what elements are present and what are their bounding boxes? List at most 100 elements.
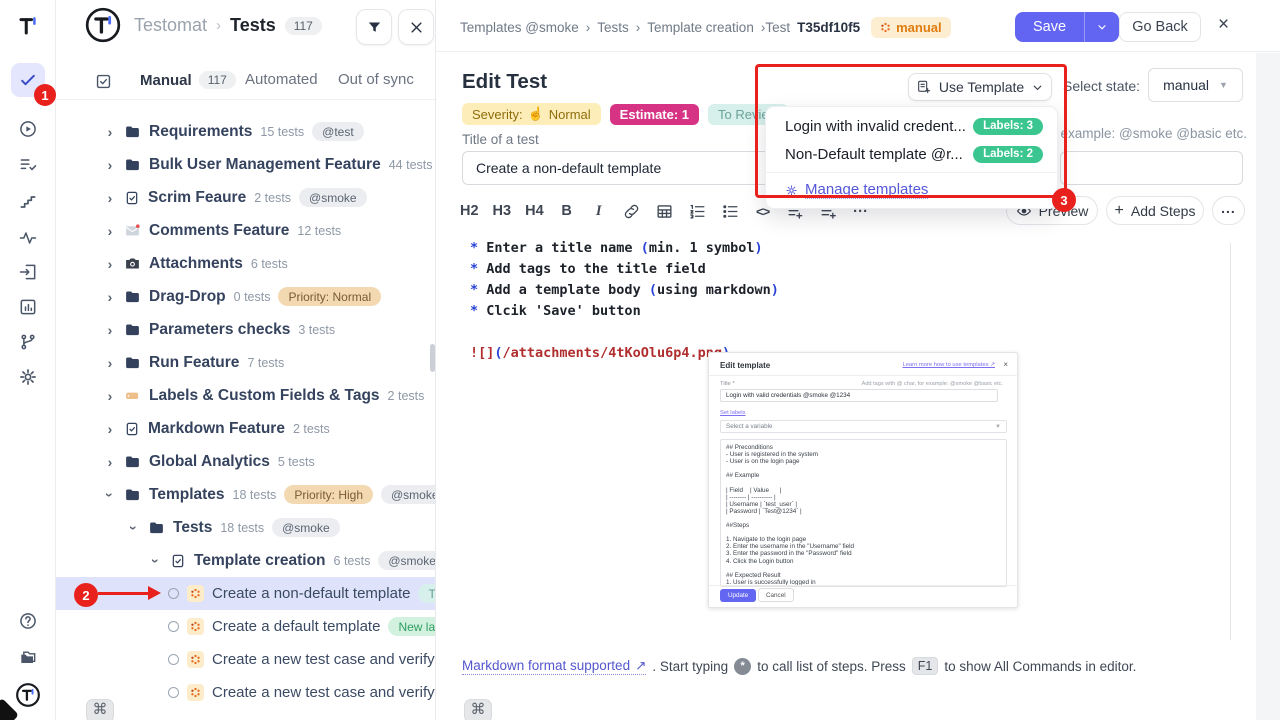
tree-item-badge: Priority: High xyxy=(284,485,373,504)
shot-cancel-button: Cancel xyxy=(758,588,794,602)
rail-runs-play-icon[interactable] xyxy=(11,112,45,146)
editor-line: * Add tags to the title field xyxy=(470,259,779,280)
rail-steps-stairs-icon[interactable] xyxy=(11,185,45,219)
tab-out-of-sync[interactable]: Out of sync xyxy=(338,71,414,88)
tree-suite-item[interactable]: ›Templates18 testsPriority: High@smoke xyxy=(56,478,436,511)
save-button[interactable]: Save xyxy=(1015,12,1085,42)
shot-update-button: Update xyxy=(720,589,756,602)
close-panel-button[interactable] xyxy=(398,9,434,45)
add-steps-button[interactable]: + Add Steps xyxy=(1106,196,1204,225)
rail-import-signin-icon[interactable] xyxy=(11,255,45,289)
rail-docs-folders-icon[interactable] xyxy=(11,641,45,675)
chevron-closed-icon[interactable]: › xyxy=(104,322,116,338)
toolbar-bullet-list-icon[interactable] xyxy=(721,202,740,221)
folder-icon xyxy=(124,288,141,305)
tree-item-label: Templates xyxy=(149,486,225,504)
chevron-closed-icon[interactable]: › xyxy=(104,421,116,437)
tab-manual[interactable]: Manual117 xyxy=(140,71,236,89)
chevron-closed-icon[interactable]: › xyxy=(104,124,116,140)
project-name[interactable]: Testomat xyxy=(134,15,207,36)
template-option[interactable]: Non-Default template @r...Labels: 2 xyxy=(766,140,1057,168)
command-key-shortcut[interactable]: ⌘ xyxy=(464,699,492,720)
markdown-editor[interactable]: * Enter a title name (min. 1 symbol)* Ad… xyxy=(470,238,779,364)
chevron-closed-icon[interactable]: › xyxy=(104,190,116,206)
chevron-closed-icon[interactable]: › xyxy=(104,157,116,173)
tab-automated[interactable]: Automated xyxy=(245,71,318,88)
toolbar-ordered-list-icon[interactable] xyxy=(688,202,707,221)
chevron-open-icon[interactable]: › xyxy=(102,489,118,501)
rail-plans-list-check-icon[interactable] xyxy=(11,148,45,182)
doc-icon xyxy=(170,553,186,569)
chevron-closed-icon[interactable]: › xyxy=(104,289,116,305)
tags-input[interactable] xyxy=(1060,151,1243,185)
caret-down-icon: ▼ xyxy=(1219,80,1228,90)
tree-suite-item[interactable]: ›Scrim Feaure2 tests@smoke xyxy=(56,181,436,214)
editor-more-button[interactable]: ... xyxy=(1212,196,1245,225)
tree-test-item[interactable]: Create a default templateNew labe xyxy=(56,610,436,643)
project-logo-icon[interactable] xyxy=(84,6,122,44)
rail-help-question-icon[interactable] xyxy=(11,604,45,638)
shot-title-input: Login with valid credentials @smoke @123… xyxy=(720,389,998,402)
tree-suite-item[interactable]: ›Attachments6 tests xyxy=(56,247,436,280)
toolbar-italic-button[interactable]: I xyxy=(590,203,608,220)
test-status-circle-icon[interactable] xyxy=(168,654,179,665)
tree-suite-item[interactable]: ›Drag-Drop0 testsPriority: Normal xyxy=(56,280,436,313)
test-status-circle-icon[interactable] xyxy=(168,687,179,698)
close-editor-button[interactable]: × xyxy=(1218,14,1229,36)
chevron-closed-icon[interactable]: › xyxy=(104,388,116,404)
tree-suite-item[interactable]: ›Bulk User Management Feature44 tests xyxy=(56,148,436,181)
test-status-circle-icon[interactable] xyxy=(168,588,179,599)
dropdown-divider xyxy=(766,172,1057,173)
toolbar-H2-button[interactable]: H2 xyxy=(460,203,479,219)
rail-git-branch-icon[interactable] xyxy=(11,325,45,359)
tree-item-count: 0 tests xyxy=(234,290,271,304)
tree-suite-item[interactable]: ›Parameters checks3 tests xyxy=(56,313,436,346)
chevron-open-icon[interactable]: › xyxy=(148,555,164,567)
tree-suite-item[interactable]: ›Tests18 tests@smoke xyxy=(56,511,436,544)
tree-suite-item[interactable]: ›Labels & Custom Fields & Tags2 tests xyxy=(56,379,436,412)
tree-suite-item[interactable]: ›Run Feature7 tests xyxy=(56,346,436,379)
attachment-image: Edit template Learn more how to use temp… xyxy=(708,352,1018,608)
chevron-closed-icon[interactable]: › xyxy=(104,454,116,470)
labels-count-badge: Labels: 2 xyxy=(973,146,1043,163)
manage-templates-link[interactable]: Manage templates xyxy=(766,177,1057,203)
toolbar-table-icon[interactable] xyxy=(655,202,674,221)
template-option[interactable]: Login with invalid credent...Labels: 3 xyxy=(766,112,1057,140)
toolbar-H3-button[interactable]: H3 xyxy=(493,203,512,219)
tree-item-badge: @smoke xyxy=(299,188,367,207)
chevron-closed-icon[interactable]: › xyxy=(104,355,116,371)
tree-item-count: 5 tests xyxy=(278,455,315,469)
tree-suite-item[interactable]: ›Comments Feature12 tests xyxy=(56,214,436,247)
chevron-closed-icon[interactable]: › xyxy=(104,256,116,272)
state-select[interactable]: manual▼ xyxy=(1148,68,1243,102)
use-template-button[interactable]: Use Template xyxy=(908,73,1052,101)
tree-test-item[interactable]: Create a new test case and verify xyxy=(56,643,436,676)
test-runs-icon[interactable] xyxy=(94,72,113,91)
ellipsis-icon: ... xyxy=(1221,200,1236,216)
save-options-caret[interactable] xyxy=(1085,12,1119,42)
go-back-button[interactable]: Go Back xyxy=(1119,12,1201,42)
chevron-open-icon[interactable]: › xyxy=(126,522,142,534)
tree-item-label: Markdown Feature xyxy=(148,420,285,438)
command-key-shortcut[interactable]: ⌘ xyxy=(86,699,114,720)
toolbar-link-icon[interactable] xyxy=(622,202,641,221)
test-id: T35df10f5 xyxy=(797,20,860,35)
rail-settings-gear-icon[interactable] xyxy=(11,360,45,394)
chevron-closed-icon[interactable]: › xyxy=(104,223,116,239)
tree-suite-item[interactable]: ›Requirements15 tests@test xyxy=(56,115,436,148)
markdown-docs-link[interactable]: Markdown format supported↗ xyxy=(462,658,646,675)
tree-scrollbar[interactable] xyxy=(430,344,435,372)
rail-analytics-chart-icon[interactable] xyxy=(11,290,45,324)
rail-pulse-activity-icon[interactable] xyxy=(11,221,45,255)
tree-suite-item[interactable]: ›Template creation6 tests@smoke xyxy=(56,544,436,577)
chevron-down-icon xyxy=(1096,21,1108,33)
filter-button[interactable] xyxy=(356,9,392,45)
toolbar-H4-button[interactable]: H4 xyxy=(525,203,544,219)
tree-suite-item[interactable]: ›Global Analytics5 tests xyxy=(56,445,436,478)
shot-learn-link: Learn more how to use templates ↗ xyxy=(902,362,995,368)
rail-brand-logo-icon[interactable] xyxy=(11,678,45,712)
tree-suite-item[interactable]: ›Markdown Feature2 tests xyxy=(56,412,436,445)
estimate-badge: Estimate: 1 xyxy=(610,104,699,125)
toolbar-bold-button[interactable]: B xyxy=(558,203,576,219)
test-status-circle-icon[interactable] xyxy=(168,621,179,632)
